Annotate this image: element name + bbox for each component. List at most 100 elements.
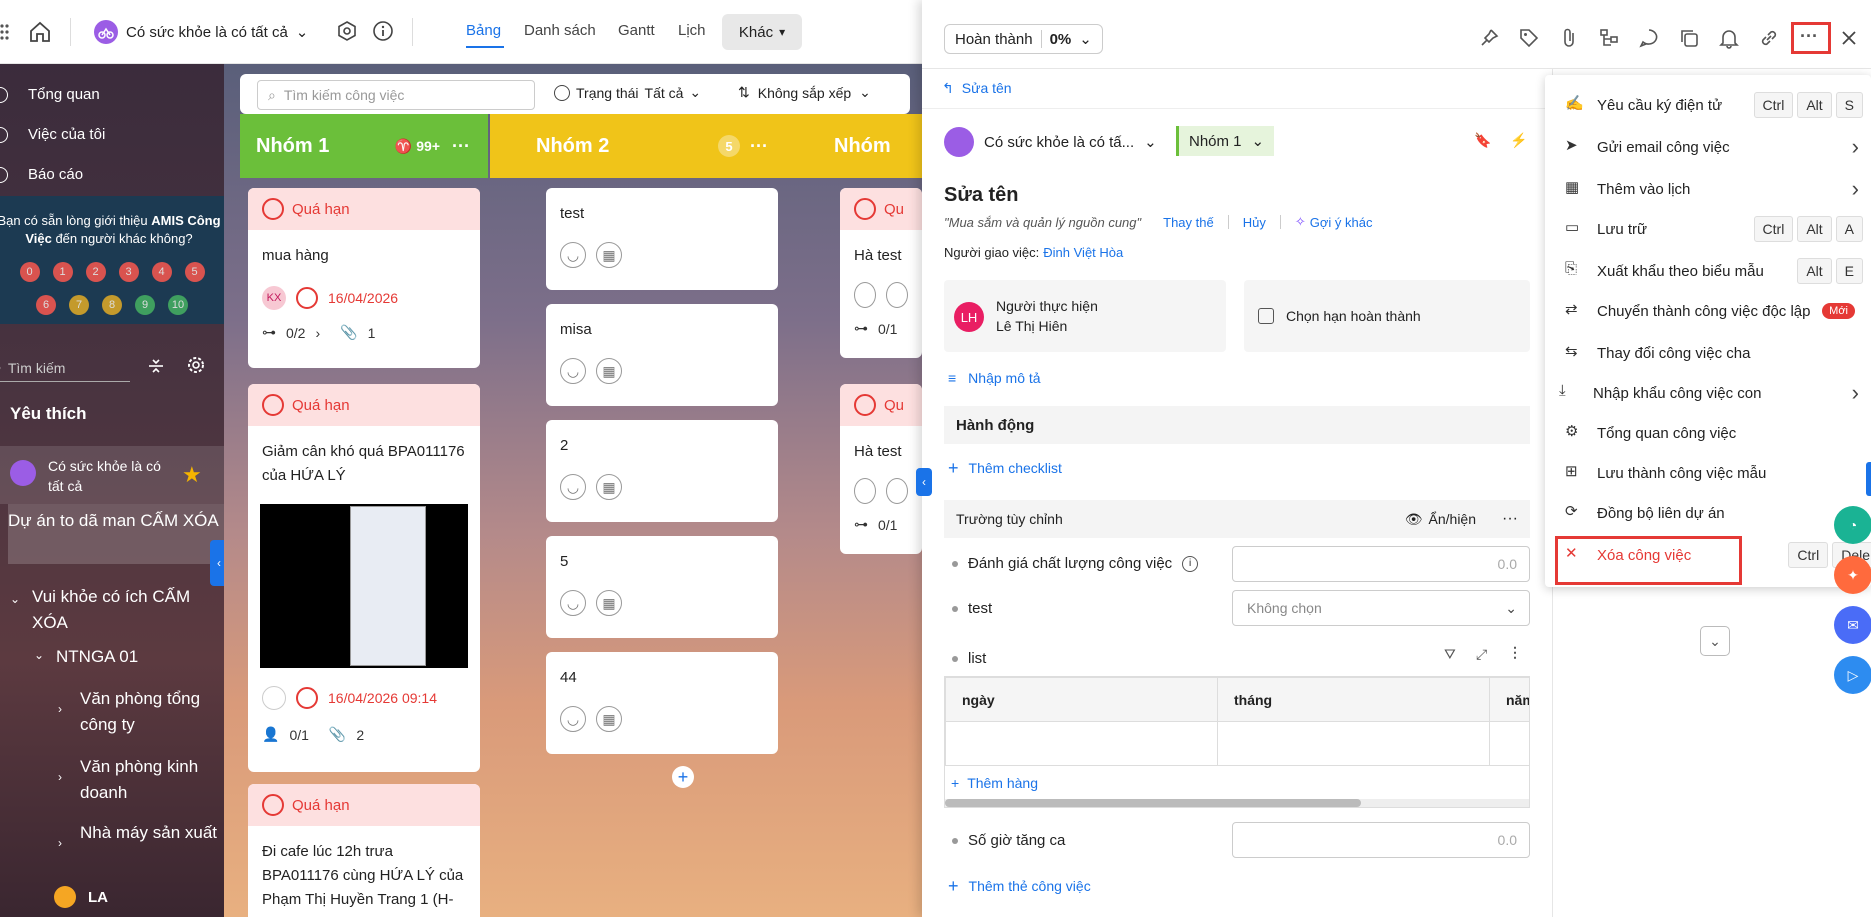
sort-selector[interactable]: ⇅ Không sắp xếp ⌄ — [738, 84, 871, 101]
task-card[interactable]: Quá hạn Đi cafe lúc 12h trưa BPA011176 c… — [248, 784, 480, 917]
more-vertical-icon[interactable]: ⋮ — [1508, 644, 1522, 661]
task-title[interactable]: Sửa tên — [944, 184, 1019, 207]
tree-item-folder[interactable]: › Văn phòng kinh doanh — [58, 754, 224, 806]
description-input[interactable]: ≡ Nhập mô tả — [948, 370, 1041, 386]
sidebar-item-overview[interactable]: Tổng quan — [0, 86, 100, 103]
tree-item-la[interactable]: LA — [54, 886, 108, 908]
tab-gantt[interactable]: Gantt — [618, 22, 655, 39]
column-header-group-2[interactable]: Nhóm 2 5 ··· — [536, 114, 786, 178]
menu-item-sign-pen[interactable]: ✍ Yêu cầu ký điện tử Ctrl Alt S — [1545, 87, 1871, 123]
nps-score-option[interactable]: 2 — [85, 262, 106, 282]
nps-score-option[interactable]: 9 — [135, 295, 155, 315]
menu-item-task-overview[interactable]: ⚙ Tổng quan công việc — [1545, 415, 1871, 451]
overtime-input[interactable]: 0.0 — [1232, 822, 1530, 858]
table-cell[interactable] — [945, 721, 1218, 766]
due-date-picker[interactable]: Chọn hạn hoàn thành — [1244, 280, 1530, 352]
scrollbar-thumb[interactable] — [945, 799, 1361, 807]
ai-assistant-icon[interactable]: ✦ — [1834, 556, 1871, 594]
nps-score-option[interactable]: 0 — [19, 262, 40, 282]
task-card[interactable]: misa ◡ ▦ — [546, 304, 778, 406]
assigner-name[interactable]: Đinh Việt Hòa — [1043, 245, 1123, 260]
nps-score-option[interactable]: 4 — [151, 262, 172, 282]
project-selector[interactable]: Có sức khỏe là có tất cả ⌄ — [94, 18, 308, 46]
menu-item-send[interactable]: ➤ Gửi email công việc › — [1545, 129, 1871, 165]
table-cell[interactable] — [1489, 721, 1529, 766]
tree-item-folder[interactable]: › Nhà máy sản xuất — [58, 820, 224, 850]
task-card[interactable]: Qu Hà test ⊶ 0/1 — [840, 188, 922, 358]
show-hide-toggle[interactable]: 👁 Ẩn/hiện — [1405, 511, 1476, 528]
add-card-button[interactable]: + — [672, 766, 694, 788]
project-breadcrumb[interactable]: Có sức khỏe là có tấ... ⌄ — [944, 127, 1157, 157]
add-tag-button[interactable]: + Thêm thẻ công việc — [948, 877, 1091, 895]
horizontal-scrollbar[interactable] — [945, 799, 1529, 807]
menu-item-convert[interactable]: ⇄ Chuyển thành công việc độc lập Mới — [1545, 293, 1871, 329]
tree-item-folder[interactable]: ⌄ Vui khỏe có ích CẤM XÓA — [10, 584, 220, 636]
tab-more[interactable]: Khác ▾ — [722, 14, 802, 50]
tab-board[interactable]: Bảng — [466, 22, 501, 39]
task-card[interactable]: Quá hạn mua hàng KX 16/04/2026 ⊶ 0/2 › 📎… — [248, 188, 480, 368]
nps-score-option[interactable]: 5 — [184, 262, 205, 282]
menu-item-archive[interactable]: ▭ Lưu trữ Ctrl Alt A — [1545, 211, 1871, 247]
subtask-tree-icon[interactable] — [1598, 27, 1620, 49]
task-card[interactable]: Quá hạn Giảm cân khó quá BPA011176 của H… — [248, 384, 480, 772]
add-checklist-button[interactable]: + Thêm checklist — [948, 459, 1062, 477]
group-selector[interactable]: Nhóm 1 ⌄ — [1176, 126, 1275, 156]
settings-hex-icon[interactable] — [336, 20, 360, 44]
comment-icon[interactable] — [1638, 27, 1660, 49]
menu-item-sync[interactable]: ⟳ Đồng bộ liên dự án — [1545, 495, 1871, 531]
copy-icon[interactable] — [1678, 27, 1700, 49]
messenger-icon[interactable]: ✉ — [1834, 606, 1871, 644]
apps-grid-icon[interactable] — [0, 20, 10, 44]
sidebar-search[interactable]: ⌕ Tìm kiếm — [0, 354, 130, 382]
test-select[interactable]: Không chọn ⌄ — [1232, 590, 1530, 626]
quality-input[interactable]: 0.0 — [1232, 546, 1530, 582]
more-icon[interactable]: ··· — [750, 136, 768, 157]
filter-icon[interactable]: ⛛ — [1444, 646, 1456, 663]
sidebar-item-reports[interactable]: Báo cáo — [0, 166, 83, 183]
paperclip-icon[interactable] — [1558, 27, 1580, 49]
chat-support-icon[interactable]: ◔ — [1834, 506, 1871, 544]
tab-list[interactable]: Danh sách — [524, 22, 596, 39]
tab-calendar[interactable]: Lịch — [678, 22, 706, 39]
more-icon[interactable]: ··· — [452, 136, 470, 157]
suggest-cancel-link[interactable]: Hủy — [1243, 215, 1266, 230]
task-card[interactable]: Qu Hà test ⊶ 0/1 — [840, 384, 922, 554]
expand-down-icon[interactable]: ⌄ — [1700, 626, 1730, 656]
suggest-replace-link[interactable]: Thay thế — [1163, 215, 1214, 230]
favorite-project-item[interactable]: Có sức khỏe là có tất cả ★ — [0, 446, 224, 504]
collapse-sidebar-button[interactable]: ‹ — [210, 540, 224, 586]
home-icon[interactable] — [28, 20, 52, 44]
menu-item-calendar-add[interactable]: ▦ Thêm vào lịch › — [1545, 171, 1871, 207]
task-card[interactable]: 2 ◡ ▦ — [546, 420, 778, 522]
play-icon[interactable]: ▷ — [1834, 656, 1871, 694]
link-icon[interactable] — [1758, 27, 1780, 49]
task-search-input[interactable]: ⌕ Tìm kiếm công việc — [257, 80, 535, 110]
tree-item-folder[interactable]: › Văn phòng tổng công ty — [58, 686, 224, 738]
more-icon[interactable]: ··· — [1502, 510, 1518, 528]
gear-icon[interactable] — [185, 354, 207, 376]
quick-action-icon[interactable]: ⚡ — [1510, 132, 1527, 149]
nps-score-option[interactable]: 8 — [102, 295, 122, 315]
nps-score-option[interactable]: 3 — [118, 262, 139, 282]
task-card[interactable]: 44 ◡ ▦ — [546, 652, 778, 754]
menu-item-export-template[interactable]: ⎘ Xuất khẩu theo biểu mẫu Alt E — [1545, 253, 1871, 289]
assignee-box[interactable]: LH Người thực hiện Lê Thị Hiên — [944, 280, 1226, 352]
info-icon[interactable] — [372, 20, 396, 44]
nps-score-option[interactable]: 1 — [52, 262, 73, 282]
star-icon[interactable]: ★ — [182, 462, 202, 488]
back-link[interactable]: ↰ Sửa tên — [942, 80, 1012, 97]
menu-item-import-subtask[interactable]: ⤓ Nhập khẩu công việc con › — [1545, 375, 1871, 411]
task-card[interactable]: 5 ◡ ▦ — [546, 536, 778, 638]
menu-item-change-parent[interactable]: ⇆ Thay đổi công việc cha — [1545, 335, 1871, 371]
menu-item-save-template[interactable]: ⊞ Lưu thành công việc mẫu — [1545, 455, 1871, 491]
suggest-other-link[interactable]: Gợi ý khác — [1310, 215, 1373, 230]
nps-score-option[interactable]: 6 — [36, 295, 56, 315]
nps-score-option[interactable]: 7 — [69, 295, 89, 315]
bookmark-icon[interactable]: 🔖 — [1474, 132, 1491, 149]
column-header-group-3[interactable]: Nhóm — [826, 114, 922, 178]
tree-item-project[interactable]: Dự án to dã man CẤM XÓA — [8, 504, 224, 564]
bell-icon[interactable] — [1718, 27, 1740, 49]
task-card[interactable]: test ◡ ▦ — [546, 188, 778, 290]
close-icon[interactable] — [1838, 27, 1860, 49]
add-row-button[interactable]: + Thêm hàng — [951, 775, 1038, 791]
